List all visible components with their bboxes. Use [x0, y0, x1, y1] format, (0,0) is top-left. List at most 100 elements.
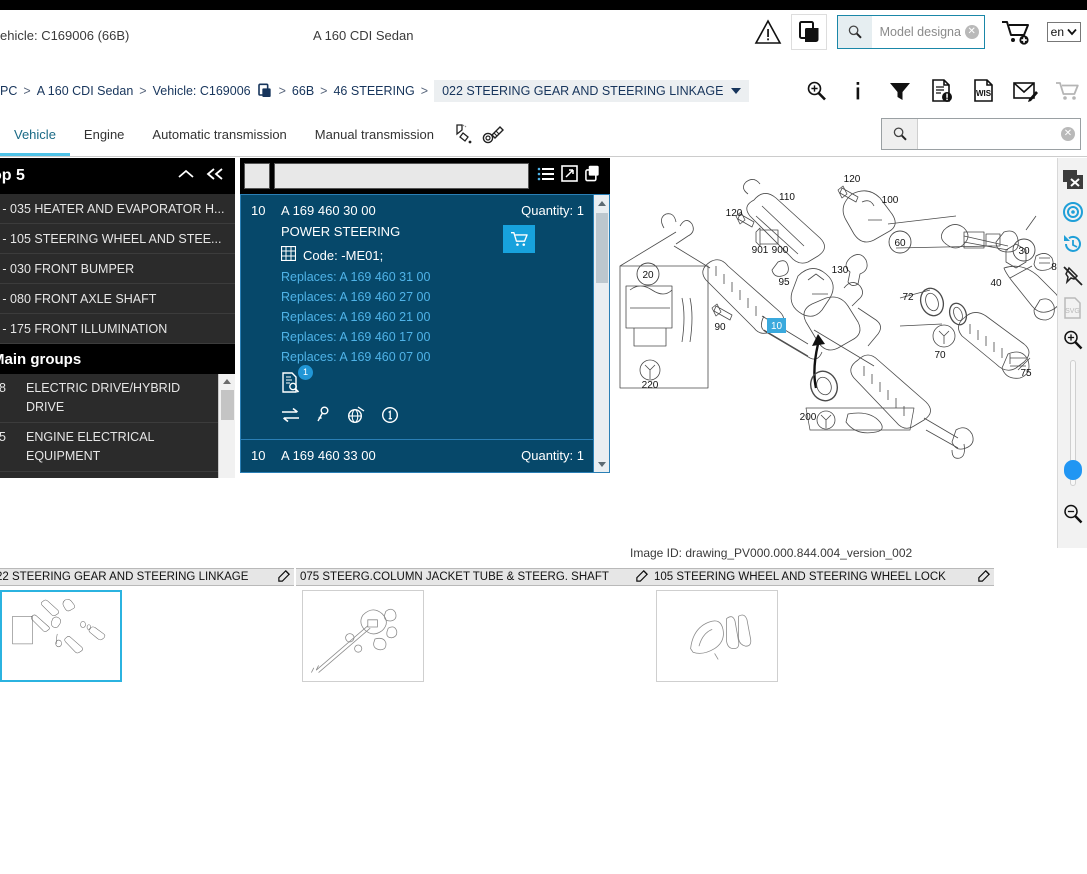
copy-documents-icon[interactable]: [257, 83, 273, 99]
part-replaces[interactable]: Replaces: A 169 460 27 00: [281, 290, 584, 304]
parts-filter-input[interactable]: [274, 163, 529, 189]
edit-icon[interactable]: [636, 569, 648, 585]
warning-triangle-icon[interactable]: [751, 15, 785, 49]
main-group-item[interactable]: 15 ENGINE ELECTRICAL EQUIPMENT: [0, 423, 218, 472]
callout-220: 220: [642, 380, 659, 391]
expand-icon[interactable]: [561, 165, 578, 187]
thumbnail-image[interactable]: [656, 590, 778, 682]
filter-icon[interactable]: [887, 77, 913, 105]
history-reset-icon[interactable]: [1059, 228, 1087, 260]
zoom-in-icon[interactable]: [803, 77, 829, 105]
left-sidebar: op 5 3 - 035 HEATER AND EVAPORATOR H... …: [0, 158, 235, 478]
fluids-icon[interactable]: [448, 112, 478, 156]
exploded-view-drawing[interactable]: 120 110 100 120 901 900 130 95 90 72 70 …: [612, 158, 1057, 548]
fasteners-icon[interactable]: [478, 112, 508, 156]
thumbnail-header[interactable]: 105 STEERING WHEEL AND STEERING WHEEL LO…: [650, 568, 994, 586]
thumbnail-image[interactable]: [302, 590, 424, 682]
parts-panel-select-box[interactable]: [244, 163, 270, 189]
zoom-in-icon[interactable]: [1059, 324, 1087, 356]
list-view-icon[interactable]: [537, 166, 555, 187]
sidebar-top5-item[interactable]: 6 - 105 STEERING WHEEL AND STEE...: [0, 224, 235, 254]
breadcrumb-item-66b[interactable]: 66B: [292, 84, 314, 98]
global-search[interactable]: ✕: [881, 118, 1081, 150]
callout-75: 75: [1020, 368, 1032, 379]
target-focus-icon[interactable]: [1059, 196, 1087, 228]
sidebar-main-groups-title: Main groups: [0, 350, 82, 368]
parts-list-scrollbar[interactable]: [593, 195, 609, 472]
document-alert-icon[interactable]: [929, 77, 955, 105]
callout-72: 72: [902, 292, 914, 303]
model-designation-input[interactable]: Model designa ✕: [872, 16, 984, 48]
search-icon[interactable]: [882, 119, 918, 149]
key-icon[interactable]: [316, 406, 330, 429]
scrollbar-thumb[interactable]: [221, 390, 234, 420]
main-groups-scrollbar[interactable]: [218, 374, 235, 478]
thumbnail-header[interactable]: 22 STEERING GEAR AND STEERING LINKAGE: [0, 568, 294, 586]
part-number[interactable]: A 169 460 33 00: [281, 448, 376, 463]
double-chevron-left-icon[interactable]: [205, 167, 225, 186]
add-to-cart-button[interactable]: [503, 225, 535, 253]
sidebar-top5-item[interactable]: 3 - 035 HEATER AND EVAPORATOR H...: [0, 194, 235, 224]
tab-vehicle[interactable]: Vehicle: [0, 112, 70, 156]
mail-edit-icon[interactable]: [1013, 77, 1039, 105]
part-number[interactable]: A 169 460 30 00: [281, 203, 376, 218]
edit-icon[interactable]: [278, 569, 290, 585]
copy-documents-icon[interactable]: [584, 165, 602, 187]
sidebar-top5-item[interactable]: 3 - 080 FRONT AXLE SHAFT: [0, 284, 235, 314]
sidebar-top5-header: op 5: [0, 158, 235, 194]
part-replaces[interactable]: Replaces: A 169 460 21 00: [281, 310, 584, 324]
part-row[interactable]: 10 A 169 460 33 00 Quantity: 1: [241, 440, 594, 472]
scroll-up-arrow-icon[interactable]: [594, 195, 609, 211]
document-search-icon[interactable]: 1: [281, 365, 313, 394]
thumbnail-header[interactable]: 075 STEERG.COLUMN JACKET TUBE & STEERG. …: [296, 568, 652, 586]
zoom-slider[interactable]: [1063, 360, 1082, 486]
sidebar-top5-item[interactable]: 8 - 030 FRONT BUMPER: [0, 254, 235, 284]
parts-diagram[interactable]: 120 110 100 120 901 900 130 95 90 72 70 …: [612, 158, 1057, 548]
clear-circle-icon[interactable]: ✕: [1061, 127, 1075, 141]
breadcrumb-item-steering[interactable]: 46 STEERING: [333, 84, 414, 98]
callout-100: 100: [882, 195, 899, 206]
part-row[interactable]: 10 A 169 460 30 00 Quantity: 1 POWER STE…: [241, 195, 594, 440]
sidebar-top5-item[interactable]: 2 - 175 FRONT ILLUMINATION: [0, 314, 235, 344]
unpin-icon[interactable]: [1059, 260, 1087, 292]
number-one-circle-icon[interactable]: [381, 406, 399, 429]
add-to-cart-icon[interactable]: [995, 12, 1039, 52]
part-replaces[interactable]: Replaces: A 169 460 17 00: [281, 330, 584, 344]
edit-icon[interactable]: [978, 569, 990, 585]
language-selector[interactable]: en: [1046, 22, 1081, 42]
tab-manual-transmission[interactable]: Manual transmission: [301, 112, 448, 156]
chevron-up-icon[interactable]: [177, 167, 195, 185]
wis-document-icon[interactable]: WIS: [971, 77, 997, 105]
copy-documents-button[interactable]: [790, 14, 827, 50]
zoom-out-icon[interactable]: [1059, 498, 1087, 530]
tab-engine[interactable]: Engine: [70, 112, 138, 156]
thumbnail-label: 075 STEERG.COLUMN JACKET TUBE & STEERG. …: [300, 571, 609, 583]
breadcrumb-item-pc[interactable]: PC: [0, 84, 17, 98]
callout-10-highlighted[interactable]: 10: [771, 321, 783, 332]
close-panel-icon[interactable]: [1059, 164, 1087, 196]
thumbnail-image[interactable]: [0, 590, 122, 682]
svg-text:SVG: SVG: [1065, 308, 1080, 315]
scrollbar-thumb[interactable]: [596, 213, 608, 283]
search-icon[interactable]: [837, 16, 872, 48]
exchange-arrows-icon[interactable]: [281, 407, 300, 428]
main-group-item[interactable]: 08 ELECTRIC DRIVE/HYBRID DRIVE: [0, 374, 218, 423]
clear-circle-icon[interactable]: ✕: [964, 25, 979, 39]
breadcrumb-item-vehicle[interactable]: Vehicle: C169006: [153, 84, 251, 98]
svg-text:WIS: WIS: [976, 89, 992, 98]
global-search-input[interactable]: ✕: [918, 119, 1080, 149]
tab-automatic-transmission[interactable]: Automatic transmission: [138, 112, 300, 156]
part-replaces[interactable]: Replaces: A 169 460 31 00: [281, 270, 584, 284]
part-replaces[interactable]: Replaces: A 169 460 07 00: [281, 350, 584, 364]
globe-search-icon[interactable]: [346, 406, 365, 429]
cart-icon[interactable]: [1055, 77, 1081, 105]
zoom-slider-handle[interactable]: [1063, 460, 1082, 480]
breadcrumb-active-dropdown[interactable]: 022 STEERING GEAR AND STEERING LINKAGE: [434, 80, 750, 102]
chevron-down-icon[interactable]: [731, 88, 742, 94]
scroll-up-arrow-icon[interactable]: [219, 374, 235, 388]
breadcrumb-item-model[interactable]: A 160 CDI Sedan: [37, 84, 134, 98]
scroll-down-arrow-icon[interactable]: [594, 456, 609, 472]
main-group-item[interactable]: 21 ATTACHMENT PARTS FOR: [0, 472, 218, 478]
info-icon[interactable]: [845, 77, 871, 105]
model-designation-search[interactable]: Model designa ✕: [836, 15, 985, 49]
